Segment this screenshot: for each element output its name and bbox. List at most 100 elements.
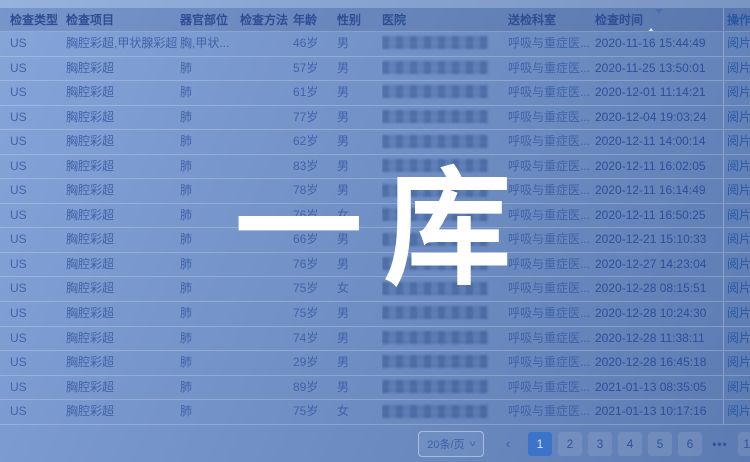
cell-exam-item: 胸腔彩超	[66, 155, 180, 179]
cell-hospital	[382, 277, 508, 301]
cell-organ: 肺	[180, 81, 240, 105]
column-header-action: 操作	[723, 8, 750, 31]
cell-age: 57岁	[293, 57, 337, 81]
cell-exam-time: 2020-12-01 11:14:21	[595, 81, 723, 105]
more-pages-button[interactable]: •••	[708, 432, 732, 456]
cell-department: 呼吸与重症医...	[508, 57, 595, 81]
hospital-redacted-block	[382, 233, 488, 246]
cell-method	[240, 228, 293, 252]
hospital-redacted-block	[382, 184, 488, 197]
cell-gender: 男	[337, 179, 382, 203]
cell-exam-item: 胸腔彩超	[66, 106, 180, 130]
cell-exam-type: US	[10, 32, 66, 56]
hospital-redacted-block	[382, 208, 488, 221]
cell-department: 呼吸与重症医...	[508, 253, 595, 277]
hospital-redacted-block	[382, 61, 488, 74]
view-images-link[interactable]: 阅片	[727, 306, 750, 320]
page-button-3[interactable]: 3	[588, 432, 612, 456]
pagination-bar: 20条/页 ˅ ‹ 123456•••16	[0, 430, 750, 458]
view-images-link[interactable]: 阅片	[727, 85, 750, 99]
view-images-link[interactable]: 阅片	[727, 355, 750, 369]
view-images-link[interactable]: 阅片	[727, 183, 750, 197]
cell-hospital	[382, 327, 508, 351]
table-row: US 胸腔彩超 肺 76岁 女 呼吸与重症医... 2020-12-11 16:…	[0, 204, 750, 229]
cell-exam-item: 胸腔彩超,甲状腺彩超	[66, 32, 180, 56]
cell-gender: 女	[337, 400, 382, 424]
hospital-redacted-block	[382, 331, 488, 344]
cell-gender: 男	[337, 302, 382, 326]
page-button-16[interactable]: 16	[738, 432, 750, 456]
cell-age: 74岁	[293, 327, 337, 351]
view-images-link[interactable]: 阅片	[727, 331, 750, 345]
page-size-select[interactable]: 20条/页 ˅	[418, 431, 484, 457]
cell-age: 29岁	[293, 351, 337, 375]
cell-exam-item: 胸腔彩超	[66, 130, 180, 154]
cell-organ: 肺	[180, 204, 240, 228]
cell-method	[240, 204, 293, 228]
cell-exam-item: 胸腔彩超	[66, 228, 180, 252]
cell-organ: 肺	[180, 327, 240, 351]
view-images-link[interactable]: 阅片	[727, 36, 750, 50]
cell-exam-type: US	[10, 155, 66, 179]
page-button-2[interactable]: 2	[558, 432, 582, 456]
cell-exam-type: US	[10, 327, 66, 351]
cell-hospital	[382, 228, 508, 252]
page-button-1[interactable]: 1	[528, 432, 552, 456]
cell-gender: 男	[337, 81, 382, 105]
page-button-5[interactable]: 5	[648, 432, 672, 456]
cell-age: 75岁	[293, 400, 337, 424]
view-images-link[interactable]: 阅片	[727, 380, 750, 394]
cell-exam-type: US	[10, 400, 66, 424]
hospital-redacted-block	[382, 36, 488, 49]
view-images-link[interactable]: 阅片	[727, 134, 750, 148]
column-header-exam-time[interactable]: 检查时间	[595, 8, 723, 31]
cell-age: 76岁	[293, 253, 337, 277]
hospital-redacted-block	[382, 85, 488, 98]
cell-exam-item: 胸腔彩超	[66, 204, 180, 228]
view-images-link[interactable]: 阅片	[727, 159, 750, 173]
view-images-link[interactable]: 阅片	[727, 110, 750, 124]
table-row: US 胸腔彩超 肺 75岁 男 呼吸与重症医... 2020-12-28 10:…	[0, 302, 750, 327]
page-button-6[interactable]: 6	[678, 432, 702, 456]
column-header-method: 检查方法	[240, 8, 293, 31]
page-button-4[interactable]: 4	[618, 432, 642, 456]
table-row: US 胸腔彩超 肺 83岁 男 呼吸与重症医... 2020-12-11 16:…	[0, 155, 750, 180]
hospital-redacted-block	[382, 405, 488, 418]
prev-page-button[interactable]: ‹	[500, 432, 516, 456]
cell-exam-time: 2020-12-11 16:14:49	[595, 179, 723, 203]
cell-hospital	[382, 57, 508, 81]
cell-gender: 男	[337, 228, 382, 252]
cell-hospital	[382, 32, 508, 56]
cell-hospital	[382, 179, 508, 203]
table-row: US 胸腔彩超 肺 57岁 男 呼吸与重症医... 2020-11-25 13:…	[0, 57, 750, 82]
cell-department: 呼吸与重症医...	[508, 204, 595, 228]
cell-department: 呼吸与重症医...	[508, 179, 595, 203]
cell-age: 89岁	[293, 376, 337, 400]
table-header-row: 检查类型 检查项目 器官部位 检查方法 年龄 性别 医院 送检科室 检查时间 操…	[0, 8, 750, 32]
cell-method	[240, 376, 293, 400]
cell-exam-item: 胸腔彩超	[66, 179, 180, 203]
cell-method	[240, 327, 293, 351]
cell-organ: 肺	[180, 351, 240, 375]
cell-department: 呼吸与重症医...	[508, 351, 595, 375]
cell-age: 46岁	[293, 32, 337, 56]
view-images-link[interactable]: 阅片	[727, 281, 750, 295]
view-images-link[interactable]: 阅片	[727, 404, 750, 418]
column-header-gender: 性别	[337, 8, 382, 31]
cell-gender: 男	[337, 253, 382, 277]
sort-ascending-icon[interactable]	[647, 9, 655, 31]
cell-method	[240, 302, 293, 326]
exam-time-header-label: 检查时间	[595, 13, 643, 27]
view-images-link[interactable]: 阅片	[727, 208, 750, 222]
cell-organ: 肺	[180, 106, 240, 130]
view-images-link[interactable]: 阅片	[727, 61, 750, 75]
cell-hospital	[382, 376, 508, 400]
cell-gender: 男	[337, 106, 382, 130]
cell-gender: 男	[337, 57, 382, 81]
view-images-link[interactable]: 阅片	[727, 232, 750, 246]
cell-organ: 肺	[180, 302, 240, 326]
cell-hospital	[382, 351, 508, 375]
cell-exam-item: 胸腔彩超	[66, 302, 180, 326]
cell-exam-item: 胸腔彩超	[66, 351, 180, 375]
view-images-link[interactable]: 阅片	[727, 257, 750, 271]
